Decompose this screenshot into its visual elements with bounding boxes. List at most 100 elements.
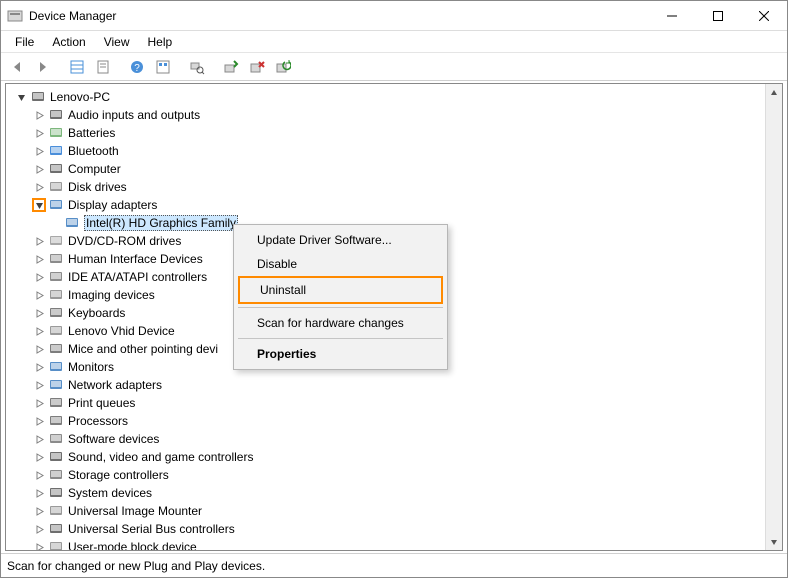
status-bar: Scan for changed or new Plug and Play de… xyxy=(1,553,787,577)
tree-item[interactable]: Computer xyxy=(14,160,765,178)
tree-root[interactable]: Lenovo-PC xyxy=(14,88,765,106)
bluetooth-icon xyxy=(48,143,64,159)
update-driver-button[interactable] xyxy=(219,55,243,79)
help-button[interactable]: ? xyxy=(125,55,149,79)
find-button[interactable] xyxy=(185,55,209,79)
context-menu: Update Driver Software...DisableUninstal… xyxy=(233,224,448,370)
tree-item-label: Human Interface Devices xyxy=(68,252,203,266)
tree-item-label: Universal Serial Bus controllers xyxy=(68,522,235,536)
tree-item-label: Display adapters xyxy=(68,198,157,212)
tree-item[interactable]: Universal Serial Bus controllers xyxy=(14,520,765,538)
tree-item[interactable]: System devices xyxy=(14,484,765,502)
imaging-icon xyxy=(48,287,64,303)
battery-icon xyxy=(48,125,64,141)
expand-icon[interactable] xyxy=(32,414,46,428)
tree-item[interactable]: Processors xyxy=(14,412,765,430)
expand-icon[interactable] xyxy=(32,378,46,392)
context-menu-separator xyxy=(238,338,443,339)
tree-item[interactable]: User-mode block device xyxy=(14,538,765,550)
tree-item[interactable]: Sound, video and game controllers xyxy=(14,448,765,466)
scroll-down-button[interactable] xyxy=(766,533,782,550)
context-menu-item[interactable]: Update Driver Software... xyxy=(237,228,444,252)
tree-root-label: Lenovo-PC xyxy=(50,90,110,104)
context-menu-item[interactable]: Disable xyxy=(237,252,444,276)
menu-help[interactable]: Help xyxy=(140,33,181,51)
expand-icon[interactable] xyxy=(32,144,46,158)
forward-button[interactable] xyxy=(31,55,55,79)
generic-icon xyxy=(48,539,64,550)
expand-icon[interactable] xyxy=(32,252,46,266)
tree-item-label: Software devices xyxy=(68,432,159,446)
tree-item-label: Processors xyxy=(68,414,128,428)
context-menu-separator xyxy=(238,307,443,308)
context-menu-item[interactable]: Properties xyxy=(237,342,444,366)
software-icon xyxy=(48,431,64,447)
tree-child-label: Intel(R) HD Graphics Family xyxy=(84,215,238,231)
expand-icon[interactable] xyxy=(32,108,46,122)
usb-icon xyxy=(48,521,64,537)
expand-icon[interactable] xyxy=(32,306,46,320)
expand-icon[interactable] xyxy=(32,162,46,176)
tree-item[interactable]: Bluetooth xyxy=(14,142,765,160)
expand-icon[interactable] xyxy=(32,468,46,482)
expand-icon[interactable] xyxy=(32,342,46,356)
context-menu-item[interactable]: Uninstall xyxy=(238,276,443,304)
back-button[interactable] xyxy=(5,55,29,79)
computer-icon xyxy=(48,161,64,177)
tree-item-label: Universal Image Mounter xyxy=(68,504,202,518)
tree-item-label: User-mode block device xyxy=(68,540,197,550)
expand-icon[interactable] xyxy=(32,234,46,248)
tree-item[interactable]: Disk drives xyxy=(14,178,765,196)
menu-file[interactable]: File xyxy=(7,33,42,51)
expand-icon[interactable] xyxy=(32,486,46,500)
vertical-scrollbar[interactable] xyxy=(765,84,782,550)
expand-icon[interactable] xyxy=(32,522,46,536)
collapse-icon[interactable] xyxy=(14,90,28,104)
tree-item[interactable]: Display adapters xyxy=(14,196,765,214)
minimize-button[interactable] xyxy=(649,1,695,30)
tree-item[interactable]: Batteries xyxy=(14,124,765,142)
app-icon xyxy=(7,8,23,24)
tree-item[interactable]: Network adapters xyxy=(14,376,765,394)
menu-view[interactable]: View xyxy=(96,33,138,51)
window-title: Device Manager xyxy=(29,9,649,23)
scroll-up-button[interactable] xyxy=(766,84,782,101)
tree-item-label: Computer xyxy=(68,162,121,176)
svg-text:?: ? xyxy=(134,63,140,74)
tree-item[interactable]: Audio inputs and outputs xyxy=(14,106,765,124)
tree-item-label: Storage controllers xyxy=(68,468,169,482)
audio-icon xyxy=(48,107,64,123)
maximize-button[interactable] xyxy=(695,1,741,30)
expand-icon[interactable] xyxy=(32,504,46,518)
close-button[interactable] xyxy=(741,1,787,30)
expand-icon[interactable] xyxy=(32,360,46,374)
scan-hardware-button[interactable] xyxy=(271,55,295,79)
show-hidden-button[interactable] xyxy=(65,55,89,79)
tree-item[interactable]: Universal Image Mounter xyxy=(14,502,765,520)
tree-item-label: Sound, video and game controllers xyxy=(68,450,253,464)
view-options-button[interactable] xyxy=(151,55,175,79)
properties-button[interactable] xyxy=(91,55,115,79)
tree-item[interactable]: Software devices xyxy=(14,430,765,448)
tree-item[interactable]: Storage controllers xyxy=(14,466,765,484)
context-menu-item[interactable]: Scan for hardware changes xyxy=(237,311,444,335)
menu-action[interactable]: Action xyxy=(44,33,93,51)
expand-icon[interactable] xyxy=(32,324,46,338)
expand-icon[interactable] xyxy=(32,432,46,446)
expand-icon[interactable] xyxy=(32,270,46,284)
uninstall-button[interactable] xyxy=(245,55,269,79)
tree-item-label: Mice and other pointing devi xyxy=(68,342,218,356)
collapse-icon[interactable] xyxy=(32,198,46,212)
mouse-icon xyxy=(48,341,64,357)
expand-icon[interactable] xyxy=(32,396,46,410)
keyboard-icon xyxy=(48,305,64,321)
window-controls xyxy=(649,1,787,30)
expand-icon[interactable] xyxy=(32,180,46,194)
expand-icon[interactable] xyxy=(32,126,46,140)
monitor-icon xyxy=(48,359,64,375)
expand-icon[interactable] xyxy=(32,540,46,550)
tree-item-label: Batteries xyxy=(68,126,115,140)
expand-icon[interactable] xyxy=(32,450,46,464)
expand-icon[interactable] xyxy=(32,288,46,302)
tree-item[interactable]: Print queues xyxy=(14,394,765,412)
